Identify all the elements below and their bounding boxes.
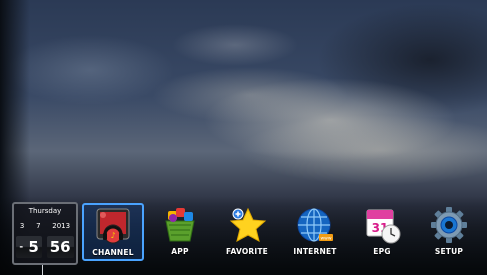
svg-text:www: www [320,237,331,242]
setup-gear-icon [431,207,467,243]
clock-date: 3 7 2013 [14,222,76,230]
menu-label-channel: CHANNEL [92,248,134,257]
menu-item-channel[interactable]: ♪ CHANNEL [82,203,144,261]
clock-time: - 5 56 [14,235,76,259]
menu-label-setup: SETUP [434,247,464,256]
clock-minute: 56 [46,236,74,258]
epg-calendar-icon: 31 [366,209,401,244]
clock-hour-value: 5 [28,237,39,256]
clock-month: 3 [19,222,25,230]
menu-label-epg: EPG [373,247,391,256]
menu-label-favorite: FAVORITE [225,247,268,256]
focus-indicator-line [42,265,43,275]
clock-day: Thursday [28,207,62,215]
favorite-star-icon [229,207,267,242]
menu-item-epg[interactable]: 31 EPG [351,203,413,261]
menu-item-internet[interactable]: www INTERNET [284,203,346,261]
menu-item-app[interactable]: APP [149,203,211,261]
clock-widget: Thursday 3 7 2013 - 5 56 [12,202,78,265]
svg-text:♪: ♪ [110,231,115,240]
app-basket-icon [165,208,195,242]
internet-globe-icon: www [297,208,333,242]
tv-home-screen: Thursday 3 7 2013 - 5 56 ♪ CHANNEL APP F… [0,0,487,275]
clock-day-of-month: 7 [36,222,41,230]
menu-label-app: APP [171,247,189,256]
menu-item-favorite[interactable]: FAVORITE [216,203,278,261]
menu-label-internet: INTERNET [293,247,337,256]
clock-year: 2013 [52,222,71,230]
channel-tv-icon: ♪ [96,208,130,244]
clock-hour-prefix: - [19,242,24,253]
menu-item-setup[interactable]: SETUP [418,203,480,261]
clock-hour: - 5 [16,235,42,259]
